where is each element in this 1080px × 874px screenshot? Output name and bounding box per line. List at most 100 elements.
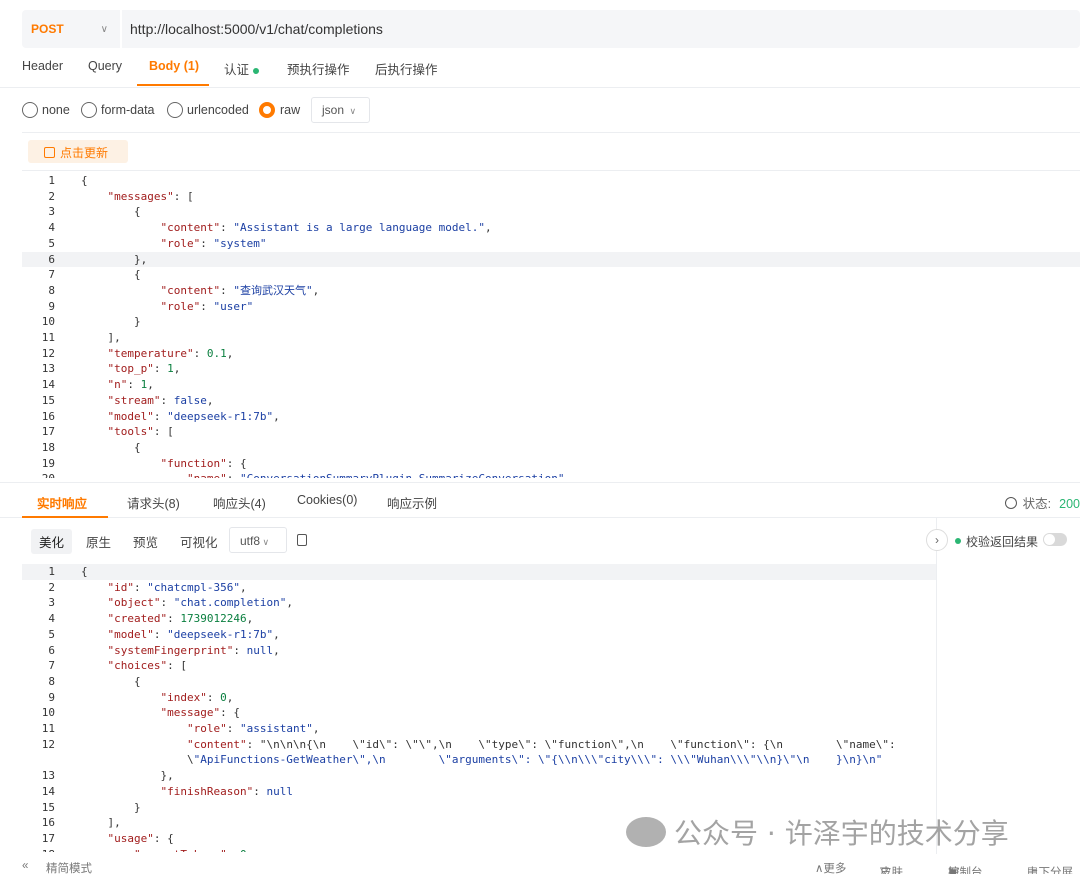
footer-bar: « 精简模式 ∧更多 ▽ 皮肤 ▣ 控制台 ▤ 上下分屏 xyxy=(0,856,1080,874)
code-text: "messages": [ xyxy=(107,189,194,203)
request-code-line: 19 "function": { xyxy=(22,456,1080,472)
code-text: "function": { xyxy=(160,456,247,470)
response-code-line: 13 }, xyxy=(22,768,936,784)
chevron-down-icon: ∨ xyxy=(260,537,270,547)
code-text: "n": 1, xyxy=(107,378,154,392)
tab-header[interactable]: Header xyxy=(22,59,63,73)
validate-toggle[interactable] xyxy=(1043,533,1067,546)
line-number: 14 xyxy=(41,378,55,392)
response-code-line: 4 "created": 1739012246, xyxy=(22,611,936,627)
update-button-label: 点击更新 xyxy=(60,146,109,160)
tab-query[interactable]: Query xyxy=(88,59,122,73)
code-text: "top_p": 1, xyxy=(107,362,181,376)
collapse-icon[interactable]: « xyxy=(22,860,28,872)
encoding-select[interactable]: utf8 ∨ xyxy=(229,527,287,553)
tab-cookies[interactable]: Cookies(0) xyxy=(297,493,357,507)
line-number: 16 xyxy=(41,816,55,830)
line-number: 3 xyxy=(48,205,55,219)
line-number: 7 xyxy=(48,268,55,282)
method-select[interactable]: POST ∨ xyxy=(22,10,122,48)
code-text: "index": 0, xyxy=(160,690,234,704)
code-text: ], xyxy=(81,331,121,344)
line-number: 4 xyxy=(48,221,55,235)
skin-label: 皮肤 xyxy=(880,867,903,874)
request-code-line: 20 "name": "ConversationSummaryPlugin-Su… xyxy=(22,471,1080,478)
line-number: 20 xyxy=(22,471,55,478)
more-link[interactable]: ∧更多 xyxy=(815,860,846,874)
line-number: 17 xyxy=(41,425,55,439)
console-label: 控制台 xyxy=(948,867,983,874)
request-code-line: 10 } xyxy=(22,314,1080,330)
code-text: "choices": [ xyxy=(107,659,187,673)
line-number: 2 xyxy=(48,580,55,594)
response-code-line: 9 "index": 0, xyxy=(22,690,936,706)
tab-request-headers[interactable]: 请求头(8) xyxy=(127,493,180,512)
response-code-line: 12 "content": "\n\n\n{\n \"id\": \"\",\n… xyxy=(22,737,936,753)
response-code-line: 7 "choices": [ xyxy=(22,658,936,674)
code-text: "finishReason": null xyxy=(160,784,293,798)
code-text: { xyxy=(81,174,88,187)
tab-auth[interactable]: 认证 xyxy=(224,59,260,78)
code-text: { xyxy=(81,565,88,578)
code-text: { xyxy=(81,440,141,454)
radio-raw[interactable] xyxy=(259,102,275,118)
line-number: 16 xyxy=(41,409,55,423)
split-label: 上下分屏 xyxy=(1027,867,1073,874)
line-number: 17 xyxy=(41,831,55,845)
line-number: 8 xyxy=(48,674,55,688)
copy-icon[interactable] xyxy=(297,534,307,546)
view-preview[interactable]: 预览 xyxy=(133,532,158,551)
globe-icon xyxy=(1004,497,1017,509)
divider xyxy=(22,132,1080,133)
view-raw[interactable]: 原生 xyxy=(86,532,111,551)
code-text: }, xyxy=(81,252,148,266)
chevron-right-icon[interactable]: › xyxy=(926,529,948,551)
line-number: 10 xyxy=(41,315,55,329)
line-number: 12 xyxy=(41,346,55,360)
radio-form-data[interactable] xyxy=(81,102,97,118)
tab-pre-request[interactable]: 预执行操作 xyxy=(287,59,350,78)
line-number: 13 xyxy=(41,769,55,783)
wechat-icon xyxy=(626,817,666,847)
response-code-line: 2 "id": "chatcmpl-356", xyxy=(22,580,936,596)
code-text: "object": "chat.completion", xyxy=(107,596,293,610)
response-code-line: 1{ xyxy=(22,564,936,580)
code-text: \"ApiFunctions-GetWeather\",\n \"argumen… xyxy=(81,753,883,767)
response-code-line: 3 "object": "chat.completion", xyxy=(22,595,936,611)
watermark-text: 公众号 · 许泽宇的技术分享 xyxy=(674,817,1009,850)
format-label: json xyxy=(322,103,345,117)
code-text: "role": "system" xyxy=(160,236,267,250)
request-body-editor[interactable]: 1{2 "messages": [3 {4 "content": "Assist… xyxy=(22,170,1080,478)
code-text: "tools": [ xyxy=(107,425,174,439)
line-number: 6 xyxy=(48,643,55,657)
tab-realtime-response[interactable]: 实时响应 xyxy=(37,493,87,512)
format-select[interactable]: json ∨ xyxy=(311,97,370,123)
watermark: 公众号 · 许泽宇的技术分享 xyxy=(626,812,1009,852)
code-text: "systemFingerprint": null, xyxy=(107,643,280,657)
code-text: "role": "user" xyxy=(160,299,254,313)
tab-response-examples[interactable]: 响应示例 xyxy=(387,493,437,512)
status-code: 200 xyxy=(1059,497,1080,511)
view-visualize[interactable]: 可视化 xyxy=(180,532,218,551)
tab-body[interactable]: Body (1) xyxy=(149,59,199,73)
url-input[interactable]: http://localhost:5000/v1/chat/completion… xyxy=(122,21,383,37)
request-code-line: 15 "stream": false, xyxy=(22,393,1080,409)
line-number: 7 xyxy=(48,659,55,673)
response-body-viewer[interactable]: 1{2 "id": "chatcmpl-356", 3 "object": "ch… xyxy=(22,562,936,852)
code-text: "content": "\n\n\n{\n \"id\": \"\",\n \"… xyxy=(186,737,896,751)
compact-mode-link[interactable]: 精简模式 xyxy=(46,860,92,874)
radio-raw-label: raw xyxy=(280,103,301,117)
tab-response-headers[interactable]: 响应头(4) xyxy=(213,493,266,512)
request-code-line: 7 { xyxy=(22,267,1080,283)
update-button[interactable]: 点击更新 xyxy=(28,140,128,163)
tab-post-request[interactable]: 后执行操作 xyxy=(375,59,438,78)
view-pretty[interactable]: 美化 xyxy=(31,529,73,554)
radio-none[interactable] xyxy=(22,102,38,118)
code-text: { xyxy=(81,674,141,688)
request-code-line: 5 "role": "system" xyxy=(22,236,1080,252)
response-code-line: 8 { xyxy=(22,674,936,690)
radio-urlencoded[interactable] xyxy=(167,102,183,118)
code-text: }, xyxy=(81,769,174,783)
request-code-line: 8 "content": "查询武汉天气", xyxy=(22,283,1080,299)
response-code-line: 11 "role": "assistant", xyxy=(22,721,936,737)
